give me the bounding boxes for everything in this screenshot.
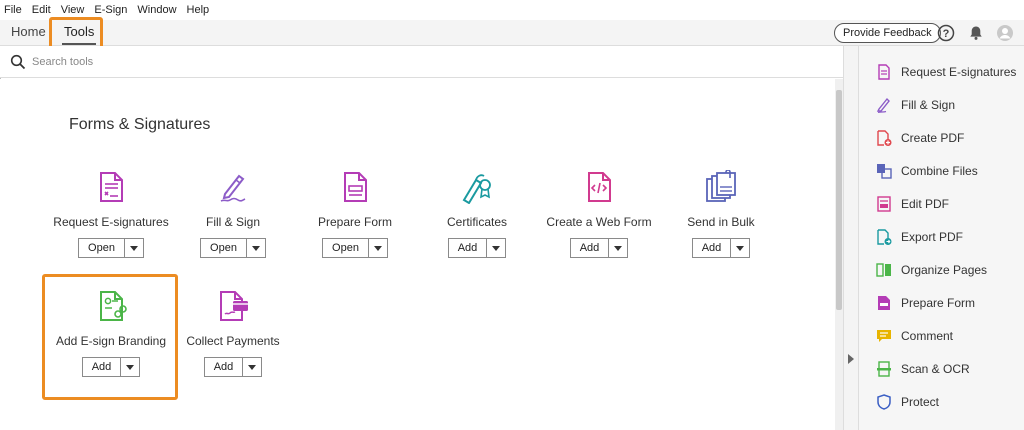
tool-button-label[interactable]: Open (201, 239, 247, 257)
tool-button-label[interactable]: Add (205, 358, 244, 376)
panel-item-label: Prepare Form (901, 296, 976, 310)
tool-label: Create a Web Form (546, 215, 652, 229)
panel-item-combine-files[interactable]: Combine Files (876, 162, 978, 180)
tool-add-button[interactable]: Add (203, 357, 263, 377)
shield-icon (877, 394, 891, 410)
bell-icon[interactable] (967, 24, 985, 42)
tool-label: Certificates (446, 215, 508, 229)
panel-item-protect[interactable]: Protect (876, 393, 939, 411)
panel-item-label: Scan & OCR (901, 362, 970, 376)
tool-button-label[interactable]: Open (79, 239, 125, 257)
tool-create-web-form: Create a Web Form Add (534, 170, 664, 258)
web-form-icon[interactable] (582, 170, 616, 204)
section-title: Forms & Signatures (69, 116, 211, 133)
tool-add-button[interactable]: Add (447, 238, 507, 258)
tool-button-label[interactable]: Add (449, 239, 488, 257)
tool-add-button[interactable]: Add (569, 238, 629, 258)
fill-sign-icon[interactable] (216, 170, 250, 204)
create-pdf-icon (877, 130, 892, 146)
avatar[interactable] (996, 24, 1014, 42)
tool-button-label[interactable]: Add (693, 239, 732, 257)
tool-label: Prepare Form (317, 215, 393, 229)
certificates-icon[interactable] (460, 170, 494, 204)
esign-branding-highlight (42, 274, 178, 400)
panel-item-scan-ocr[interactable]: Scan & OCR (876, 360, 970, 378)
menu-esign[interactable]: E-Sign (94, 4, 127, 16)
search-icon (10, 54, 26, 70)
provide-feedback-button[interactable]: Provide Feedback (834, 23, 941, 43)
tool-prepare-form: Prepare Form Open (290, 170, 420, 258)
menu-view[interactable]: View (61, 4, 85, 16)
panel-item-fill-sign[interactable]: Fill & Sign (876, 96, 955, 114)
chevron-down-icon[interactable] (125, 239, 143, 257)
panel-item-export-pdf[interactable]: Export PDF (876, 228, 963, 246)
tool-collect-payments: Collect Payments Add (168, 289, 298, 377)
help-icon[interactable]: ? (937, 24, 955, 42)
tool-label: Request E-signatures (53, 215, 169, 229)
panel-item-label: Request E-signatures (901, 65, 1017, 79)
menu-edit[interactable]: Edit (32, 4, 51, 16)
panel-item-label: Comment (901, 329, 954, 343)
chevron-down-icon[interactable] (731, 239, 749, 257)
comment-icon (877, 330, 891, 342)
search-bar (0, 46, 858, 78)
tool-open-button[interactable]: Open (200, 238, 266, 258)
export-pdf-icon (877, 229, 892, 245)
panel-item-label: Fill & Sign (901, 98, 956, 112)
panel-item-label: Export PDF (901, 230, 964, 244)
scrollbar-thumb[interactable] (836, 90, 842, 310)
tool-label: Send in Bulk (687, 215, 755, 229)
tool-button-label[interactable]: Open (323, 239, 369, 257)
menu-help[interactable]: Help (187, 4, 210, 16)
tool-request-esignatures: Request E-signatures Open (46, 170, 176, 258)
tool-open-button[interactable]: Open (78, 238, 144, 258)
prepare-form-icon[interactable] (338, 170, 372, 204)
panel-item-request-esignatures[interactable]: Request E-signatures (876, 63, 1016, 81)
chevron-down-icon[interactable] (243, 358, 261, 376)
send-in-bulk-icon[interactable] (704, 170, 738, 204)
chevron-right-icon[interactable] (847, 354, 855, 364)
scan-ocr-icon (877, 361, 891, 377)
panel-item-label: Edit PDF (901, 197, 950, 211)
chevron-down-icon[interactable] (369, 239, 387, 257)
fill-sign-icon (876, 97, 890, 113)
collect-payments-icon[interactable] (216, 289, 250, 323)
organize-pages-icon (876, 263, 891, 277)
request-esignatures-icon[interactable] (94, 170, 128, 204)
combine-files-icon (877, 164, 892, 179)
request-esignatures-icon (878, 64, 890, 80)
tool-send-in-bulk: Send in Bulk Add (656, 170, 786, 258)
tool-open-button[interactable]: Open (322, 238, 388, 258)
panel-item-create-pdf[interactable]: Create PDF (876, 129, 964, 147)
panel-item-edit-pdf[interactable]: Edit PDF (876, 195, 949, 213)
menu-file[interactable]: File (4, 4, 22, 16)
tool-label: Fill & Sign (205, 215, 261, 229)
tool-label: Collect Payments (186, 334, 280, 348)
menu-bar: File Edit View E-Sign Window Help (0, 0, 1024, 20)
panel-item-label: Protect (901, 395, 940, 409)
panel-collapse-strip[interactable] (843, 46, 858, 430)
tool-add-button[interactable]: Add (691, 238, 751, 258)
chevron-down-icon[interactable] (247, 239, 265, 257)
search-input[interactable] (32, 53, 332, 71)
panel-item-prepare-form[interactable]: Prepare Form (876, 294, 975, 312)
panel-item-label: Organize Pages (901, 263, 988, 277)
tool-fill-sign: Fill & Sign Open (168, 170, 298, 258)
chevron-down-icon[interactable] (487, 239, 505, 257)
edit-pdf-icon (877, 196, 891, 212)
tool-button-label[interactable]: Add (571, 239, 610, 257)
panel-item-organize-pages[interactable]: Organize Pages (876, 261, 987, 279)
panel-item-comment[interactable]: Comment (876, 327, 953, 345)
tool-certificates: Certificates Add (412, 170, 542, 258)
panel-item-label: Create PDF (901, 131, 965, 145)
chevron-down-icon[interactable] (609, 239, 627, 257)
svg-text:?: ? (943, 28, 950, 40)
panel-item-label: Combine Files (901, 164, 978, 178)
prepare-form-icon (878, 296, 890, 310)
tab-home[interactable]: Home (11, 24, 46, 39)
menu-window[interactable]: Window (137, 4, 176, 16)
